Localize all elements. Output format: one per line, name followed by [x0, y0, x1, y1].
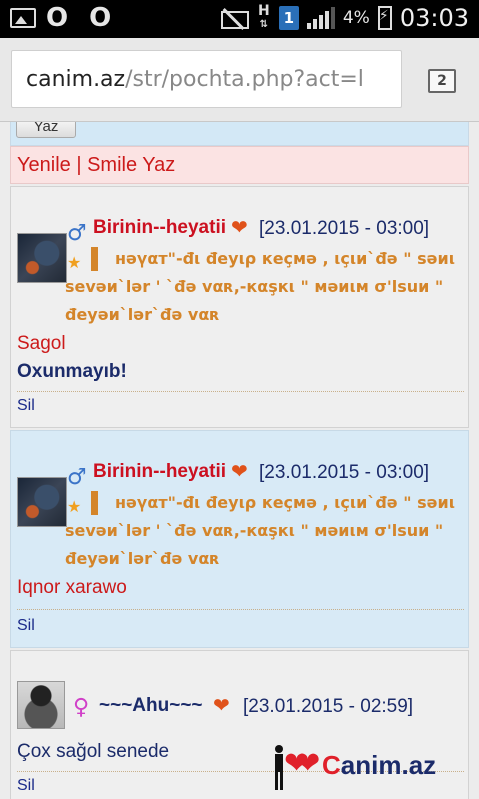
status-bar-marker [91, 247, 98, 271]
message-text: Çox sağol senede [17, 741, 170, 762]
write-button[interactable]: Yaz [16, 122, 76, 138]
message-date: [23.01.2015 - 03:00] [259, 218, 430, 239]
avatar[interactable] [17, 681, 65, 729]
user-status-line: нәүαт"-đι đeyιρ кeçмә , ιçιи`đә " ѕәиι [115, 493, 455, 512]
tabs-button[interactable]: 2 [428, 69, 456, 93]
circle-o-icon: O O [46, 3, 118, 33]
read-status: Oxunmayıb! [17, 361, 127, 382]
status-bar-right: H⇅ 1 4% 03:03 [219, 4, 469, 32]
user-status-line: ѕevәи`lәr ' `đә vαʀ,-кαşкι " мәиιм σ'lѕu… [65, 521, 444, 540]
user-status-line: ѕevәи`lәr ' `đә vαʀ,-кαşкι " мәиιм σ'lѕu… [65, 277, 444, 296]
mute-icon [219, 7, 249, 29]
message-date: [23.01.2015 - 02:59] [243, 696, 414, 717]
divider [17, 391, 464, 392]
delete-link[interactable]: Sil [17, 777, 35, 795]
sim-icon: 1 [278, 6, 299, 30]
action-bar: Yenile | Smile Yaz [10, 146, 469, 184]
male-icon: ♂ [67, 465, 87, 490]
clock: 03:03 [399, 4, 469, 32]
url-path: /str/pochta.php?act=l [125, 67, 364, 92]
user-status-line: đeyәи`lәr`đә vαʀ [65, 549, 220, 568]
url-field[interactable]: canim.az/str/pochta.php?act=l [11, 50, 402, 108]
image-icon [10, 8, 36, 28]
compose-panel [10, 122, 469, 146]
status-bar-left: O O [10, 3, 118, 33]
refresh-link[interactable]: Yenile [17, 154, 71, 176]
message-text: Iqnor xarawo [17, 577, 127, 598]
status-bar: O O H⇅ 1 4% 03:03 [0, 0, 479, 38]
avatar[interactable] [17, 233, 67, 283]
smile-link[interactable]: Smile Yaz [87, 154, 175, 176]
message-item: ♂ ★ Birinin--heyatii ❤ [23.01.2015 - 03:… [10, 186, 469, 428]
message-item: ♂ ★ Birinin--heyatii ❤ [23.01.2015 - 03:… [10, 430, 469, 648]
page-content: Yaz Yenile | Smile Yaz ♂ ★ Birinin--heya… [0, 122, 479, 799]
browser-toolbar: canim.az/str/pochta.php?act=l 2 [0, 38, 479, 122]
heart-icon: ❤ [231, 215, 248, 239]
delete-link[interactable]: Sil [17, 397, 35, 415]
url-host: canim.az [26, 67, 126, 92]
watermark-text: Canim.az [322, 750, 437, 780]
username-link[interactable]: Birinin--heyatii [93, 217, 226, 239]
star-icon: ★ [67, 497, 82, 516]
battery-percent: 4% [342, 8, 370, 28]
user-status-line: đeyәи`lәr`đә vαʀ [65, 305, 220, 324]
female-icon: ♀ [73, 695, 90, 720]
male-icon: ♂ [67, 221, 87, 246]
delete-link[interactable]: Sil [17, 617, 35, 635]
separator: | [76, 154, 82, 176]
battery-charging-icon [377, 6, 392, 30]
message-text: Sagol [17, 333, 66, 354]
status-bar-marker [91, 491, 98, 515]
username-link[interactable]: Birinin--heyatii [93, 461, 226, 483]
signal-icon [306, 7, 335, 29]
network-type-icon: H ⇅ [257, 3, 270, 30]
user-status-line: нәүαт"-đι đeyιρ кeçмә , ιçιи`đә " ѕәиι [115, 249, 455, 268]
divider [17, 609, 464, 610]
watermark-logo: ❤❤ Canim.az [270, 740, 470, 792]
heart-icon: ❤ [231, 459, 248, 483]
message-date: [23.01.2015 - 03:00] [259, 462, 430, 483]
avatar[interactable] [17, 477, 67, 527]
heart-icon: ❤ [213, 693, 230, 717]
star-icon: ★ [67, 253, 82, 272]
hearts-icon: ❤❤ [284, 746, 320, 781]
username-link[interactable]: ~~~Ahu~~~ [99, 695, 203, 717]
